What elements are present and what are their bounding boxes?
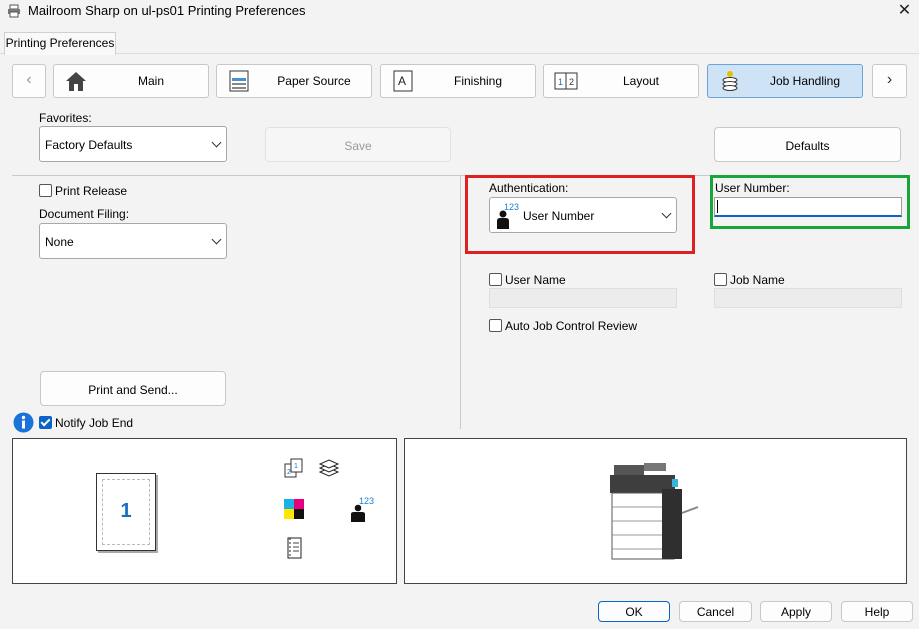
user-name-field[interactable] <box>489 288 677 308</box>
user-authentication-digits: 123 <box>359 496 375 506</box>
authentication-label: Authentication: <box>489 181 569 195</box>
job-name-label: Job Name <box>730 273 785 287</box>
finishing-icon: A <box>393 70 413 92</box>
page-preview-panel: 1 1 2 123 <box>12 438 397 584</box>
user-authentication-icon <box>351 504 365 522</box>
auto-job-control-label: Auto Job Control Review <box>505 319 638 333</box>
job-name-checkbox[interactable] <box>714 273 727 286</box>
chevron-left-icon: ‹ <box>26 71 32 88</box>
apply-button[interactable]: Apply <box>760 601 832 622</box>
notify-job-end-label: Notify Job End <box>55 416 134 430</box>
save-label: Save <box>344 139 372 153</box>
tab-strip-divider <box>0 53 919 54</box>
help-button[interactable]: Help <box>841 601 913 622</box>
defaults-label: Defaults <box>785 139 830 153</box>
svg-text:1: 1 <box>294 463 298 470</box>
authentication-value: User Number <box>523 209 595 223</box>
stack-icon <box>318 459 340 477</box>
nav-main-label: Main <box>137 74 164 88</box>
nav-job-handling-label: Job Handling <box>769 74 841 88</box>
nav-prev-button[interactable]: ‹ <box>12 64 46 98</box>
chevron-down-icon <box>661 208 672 219</box>
layout-icon: 1 2 <box>554 72 578 90</box>
svg-text:1: 1 <box>558 77 563 87</box>
authentication-select[interactable]: 123 User Number <box>489 197 677 233</box>
nav-layout-label: Layout <box>622 74 660 88</box>
user-name-label: User Name <box>505 273 566 287</box>
defaults-button[interactable]: Defaults <box>714 127 901 162</box>
favorites-value: Factory Defaults <box>45 138 133 152</box>
apply-label: Apply <box>780 605 812 619</box>
user-number-input[interactable] <box>714 197 902 217</box>
svg-text:A: A <box>398 74 406 88</box>
print-and-send-button[interactable]: Print and Send... <box>40 371 226 406</box>
chevron-right-icon: › <box>886 71 893 88</box>
nav-paper-source-button[interactable]: Paper Source <box>216 64 372 98</box>
text-cursor <box>717 200 718 213</box>
page-preview: 1 <box>96 473 156 551</box>
job-name-field[interactable] <box>714 288 902 308</box>
color-mode-icon <box>284 499 304 519</box>
page-number: 1 <box>120 500 132 522</box>
user-number-label: User Number: <box>715 181 790 195</box>
user-name-checkbox[interactable] <box>489 273 502 286</box>
nav-main-button[interactable]: Main <box>53 64 209 98</box>
svg-text:2: 2 <box>287 469 291 476</box>
job-handling-icon <box>722 71 738 91</box>
window-title: Mailroom Sharp on ul-ps01 Printing Prefe… <box>28 3 306 18</box>
nav-finishing-button[interactable]: A Finishing <box>380 64 536 98</box>
close-icon[interactable]: ✕ <box>890 0 919 22</box>
save-button[interactable]: Save <box>265 127 451 162</box>
nav-next-button[interactable]: › <box>872 64 907 98</box>
print-release-label: Print Release <box>55 184 128 198</box>
help-label: Help <box>864 605 890 619</box>
notify-job-end-checkbox[interactable] <box>39 416 52 429</box>
user-number-icon-digits: 123 <box>504 202 520 212</box>
cancel-label: Cancel <box>696 605 735 619</box>
title-bar: Mailroom Sharp on ul-ps01 Printing Prefe… <box>0 0 919 22</box>
print-release-checkbox[interactable] <box>39 184 52 197</box>
document-filing-label: Document Filing: <box>39 207 130 221</box>
home-icon <box>66 72 86 91</box>
printer-machine-icon <box>610 463 699 560</box>
nav-layout-button[interactable]: 1 2 Layout <box>543 64 699 98</box>
document-filing-value: None <box>45 235 74 249</box>
paper-source-icon <box>229 70 249 92</box>
nav-job-handling-button[interactable]: Job Handling <box>707 64 863 98</box>
ok-button[interactable]: OK <box>598 601 670 622</box>
chevron-down-icon <box>211 234 222 245</box>
svg-text:2: 2 <box>569 77 574 87</box>
document-filing-select[interactable]: None <box>39 223 227 259</box>
favorites-label: Favorites: <box>39 111 92 125</box>
print-and-send-label: Print and Send... <box>88 383 178 397</box>
chevron-down-icon <box>211 137 222 148</box>
nav-finishing-label: Finishing <box>453 74 503 88</box>
info-icon <box>13 412 34 433</box>
cancel-button[interactable]: Cancel <box>679 601 752 622</box>
collate-icon: 1 2 <box>284 458 303 478</box>
printer-preview-panel <box>404 438 907 584</box>
tab-printing-preferences[interactable]: Printing Preferences <box>4 32 116 55</box>
nav-paper-source-label: Paper Source <box>277 74 351 88</box>
column-divider <box>460 176 461 429</box>
favorites-select[interactable]: Factory Defaults <box>39 126 227 162</box>
binding-icon <box>287 537 302 559</box>
auto-job-control-checkbox[interactable] <box>489 319 502 332</box>
printer-icon <box>8 4 20 18</box>
ok-label: OK <box>625 605 643 619</box>
